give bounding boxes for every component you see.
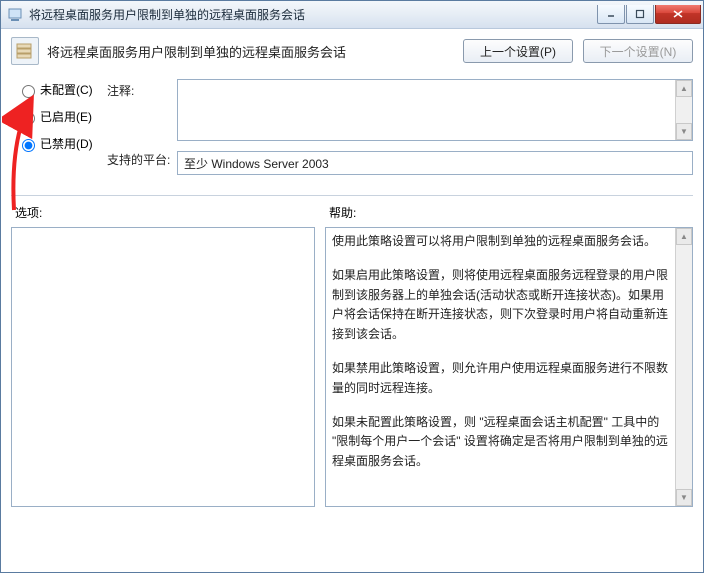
options-pane bbox=[11, 227, 315, 507]
scroll-up-icon[interactable]: ▲ bbox=[676, 228, 692, 245]
scroll-up-icon[interactable]: ▲ bbox=[676, 80, 692, 97]
radio-disabled-label: 已禁用(D) bbox=[40, 135, 93, 152]
help-label: 帮助: bbox=[323, 204, 356, 221]
next-setting-button: 下一个设置(N) bbox=[583, 39, 693, 63]
titlebar: 将远程桌面服务用户限制到单独的远程桌面服务会话 bbox=[1, 1, 703, 29]
platform-label: 支持的平台: bbox=[107, 151, 177, 168]
help-text: 使用此策略设置可以将用户限制到单独的远程桌面服务会话。 如果启用此策略设置，则将… bbox=[332, 232, 674, 502]
help-pane: 使用此策略设置可以将用户限制到单独的远程桌面服务会话。 如果启用此策略设置，则将… bbox=[325, 227, 693, 507]
radio-enabled-label: 已启用(E) bbox=[40, 108, 92, 125]
radio-notconfigured[interactable]: 未配置(C) bbox=[17, 81, 107, 98]
state-radios: 未配置(C) 已启用(E) 已禁用(D) bbox=[11, 79, 107, 162]
policy-title: 将远程桌面服务用户限制到单独的远程桌面服务会话 bbox=[47, 42, 453, 61]
radio-notconfigured-label: 未配置(C) bbox=[40, 81, 93, 98]
maximize-button[interactable] bbox=[626, 5, 654, 24]
window-controls bbox=[596, 5, 701, 24]
header: 将远程桌面服务用户限制到单独的远程桌面服务会话 上一个设置(P) 下一个设置(N… bbox=[11, 37, 693, 65]
help-scrollbar[interactable]: ▲ ▼ bbox=[675, 228, 692, 506]
radio-enabled[interactable]: 已启用(E) bbox=[17, 108, 107, 125]
platform-field: 至少 Windows Server 2003 bbox=[177, 151, 693, 175]
comment-label: 注释: bbox=[107, 79, 177, 99]
comment-textarea[interactable]: ▲ ▼ bbox=[177, 79, 693, 141]
previous-setting-button[interactable]: 上一个设置(P) bbox=[463, 39, 573, 63]
options-label: 选项: bbox=[11, 204, 323, 221]
help-p1: 使用此策略设置可以将用户限制到单独的远程桌面服务会话。 bbox=[332, 232, 674, 252]
radio-disabled[interactable]: 已禁用(D) bbox=[17, 135, 107, 152]
radio-notconfigured-input[interactable] bbox=[22, 85, 35, 98]
app-icon bbox=[7, 7, 23, 23]
scroll-down-icon[interactable]: ▼ bbox=[676, 489, 692, 506]
scroll-down-icon[interactable]: ▼ bbox=[676, 123, 692, 140]
content: 将远程桌面服务用户限制到单独的远程桌面服务会话 上一个设置(P) 下一个设置(N… bbox=[1, 29, 703, 517]
radio-disabled-input[interactable] bbox=[22, 139, 35, 152]
help-p2: 如果启用此策略设置，则将使用远程桌面服务远程登录的用户限制到该服务器上的单独会话… bbox=[332, 266, 674, 345]
divider bbox=[11, 195, 693, 196]
minimize-button[interactable] bbox=[597, 5, 625, 24]
radio-enabled-input[interactable] bbox=[22, 112, 35, 125]
window-title: 将远程桌面服务用户限制到单独的远程桌面服务会话 bbox=[29, 6, 596, 23]
policy-icon bbox=[11, 37, 39, 65]
close-button[interactable] bbox=[655, 5, 701, 24]
help-p3: 如果禁用此策略设置，则允许用户使用远程桌面服务进行不限数量的同时远程连接。 bbox=[332, 359, 674, 399]
comment-scrollbar[interactable]: ▲ ▼ bbox=[675, 80, 692, 140]
help-p4: 如果未配置此策略设置，则 "远程桌面会话主机配置" 工具中的 "限制每个用户一个… bbox=[332, 413, 674, 472]
